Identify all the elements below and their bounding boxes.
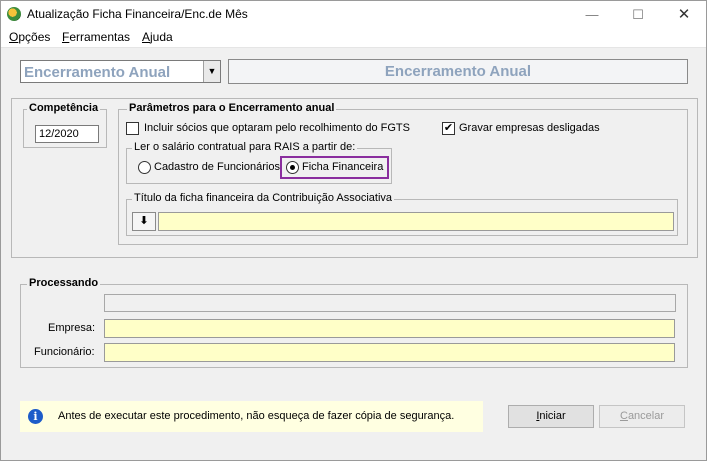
info-icon: i	[28, 409, 43, 424]
gravar-desligadas-checkbox[interactable]: ✔	[442, 122, 455, 135]
menu-opcoes[interactable]: Opções	[9, 30, 50, 44]
menu-ajuda-accel: A	[142, 30, 151, 44]
app-icon	[7, 7, 21, 21]
titulo-ficha-input[interactable]	[158, 212, 674, 231]
maximize-button[interactable]: ☐	[615, 1, 661, 28]
cancelar-accel: C	[619, 410, 628, 422]
menu-ajuda[interactable]: Ajuda	[142, 30, 173, 44]
parametros-label: Parâmetros para o Encerramento anual	[127, 102, 337, 114]
menu-bar: Opções Ferramentas Ajuda	[1, 28, 706, 48]
radio-cadastro-funcionarios-label: Cadastro de Funcionários	[154, 161, 280, 173]
empresa-label: Empresa:	[48, 322, 96, 334]
empresa-field	[104, 319, 675, 338]
header-panel-title: Encerramento Anual	[228, 59, 688, 84]
menu-ajuda-rest: juda	[150, 30, 173, 44]
process-type-combo-value: Encerramento Anual	[24, 64, 171, 81]
competencia-input[interactable]: 12/2020	[35, 125, 99, 143]
window-title: Atualização Ficha Financeira/Enc.de Mês	[27, 7, 248, 21]
menu-opcoes-rest: pções	[18, 30, 51, 44]
close-button[interactable]: ✕	[661, 1, 707, 28]
info-message-box: i Antes de executar este procedimento, n…	[20, 401, 483, 432]
info-message-text: Antes de executar este procedimento, não…	[58, 410, 455, 422]
iniciar-rest: niciar	[539, 410, 566, 422]
radio-cadastro-funcionarios[interactable]	[138, 161, 151, 174]
processando-label: Processando	[27, 277, 101, 289]
chevron-down-icon[interactable]: ▼	[203, 61, 220, 82]
incluir-socios-label: Incluir sócios que optaram pelo recolhim…	[144, 122, 410, 134]
main-window: Atualização Ficha Financeira/Enc.de Mês …	[0, 0, 707, 461]
incluir-socios-checkbox[interactable]	[126, 122, 139, 135]
menu-ferramentas[interactable]: Ferramentas	[62, 30, 130, 44]
progress-bar	[104, 294, 676, 312]
process-type-combo[interactable]: Encerramento Anual ▼	[20, 60, 221, 83]
rais-label: Ler o salário contratual para RAIS a par…	[132, 141, 358, 153]
minimize-button[interactable]: —	[569, 1, 615, 28]
download-icon[interactable]: ⬇	[132, 212, 156, 231]
title-bar: Atualização Ficha Financeira/Enc.de Mês …	[1, 1, 706, 28]
competencia-label: Competência	[27, 102, 101, 114]
menu-opcoes-accel: O	[9, 30, 19, 44]
menu-ferramentas-rest: erramentas	[69, 30, 131, 44]
cancelar-button[interactable]: Cancelar	[599, 405, 685, 428]
radio-ficha-financeira[interactable]	[286, 161, 299, 174]
cancelar-rest: ancelar	[627, 410, 665, 422]
funcionario-field	[104, 343, 675, 362]
radio-ficha-financeira-label: Ficha Financeira	[302, 161, 384, 173]
gravar-desligadas-label: Gravar empresas desligadas	[459, 122, 600, 134]
titulo-ficha-label: Título da ficha financeira da Contribuiç…	[132, 192, 395, 204]
funcionario-label: Funcionário:	[34, 346, 95, 358]
iniciar-button[interactable]: Iniciar	[508, 405, 594, 428]
